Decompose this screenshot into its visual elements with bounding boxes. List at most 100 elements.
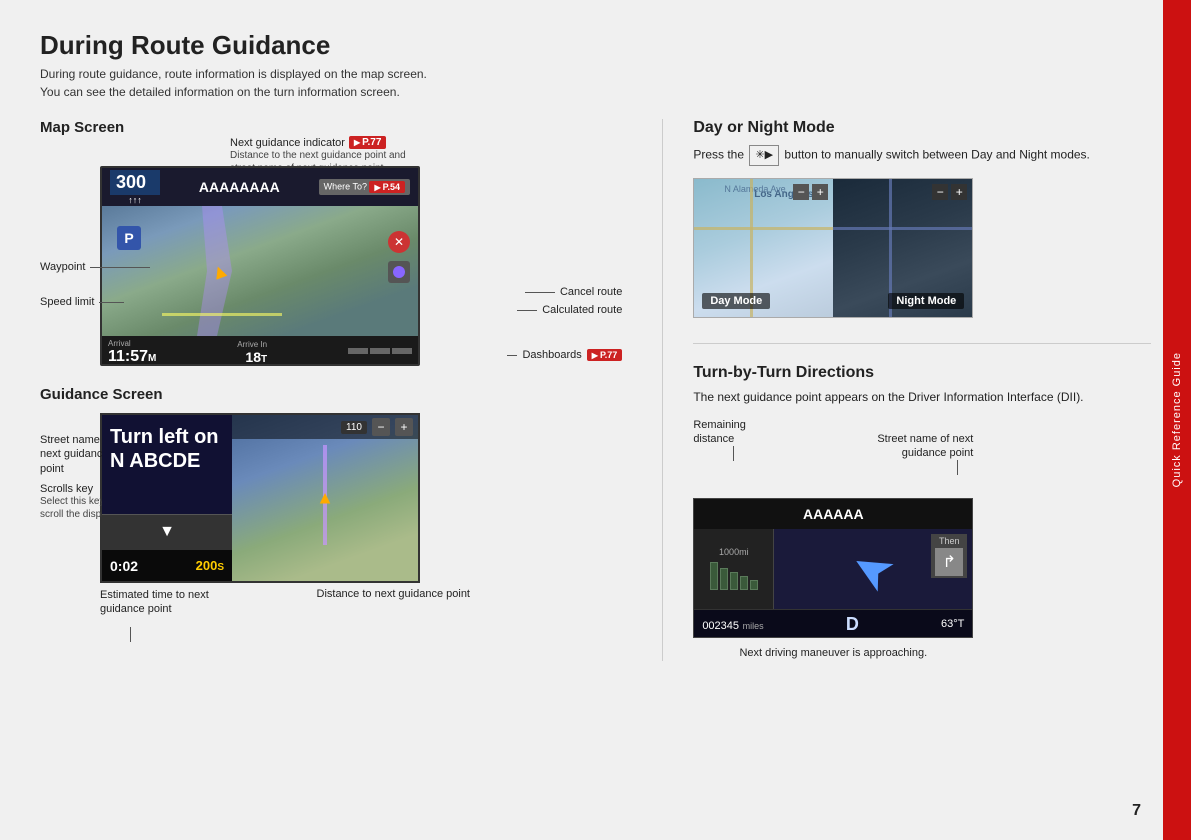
turn-temp: 63°T	[941, 618, 964, 630]
dashboards-callout: Dashboards P.77	[507, 349, 622, 361]
dist-bar-5	[750, 580, 758, 590]
side-tab-text: Quick Reference Guide	[1171, 352, 1183, 487]
night-mode-label: Night Mode	[888, 293, 964, 309]
day-night-section: Day or Night Mode Press the ✳▶ button to…	[693, 119, 1151, 318]
zoom-out-btn[interactable]: −	[372, 418, 390, 436]
cancel-route-label: Cancel route	[560, 286, 622, 298]
turn-bottom-bar: 002345 miles D 63°T	[694, 609, 972, 638]
map-bottom-bar: Arrival 11:57M Arrive In 18T	[102, 336, 418, 366]
arrive-value: 18T	[237, 349, 267, 365]
right-column: Day or Night Mode Press the ✳▶ button to…	[662, 119, 1151, 661]
next-guidance-label: Next guidance indicator	[230, 137, 345, 149]
map-top-bar: 300 ↑↑↑ AAAAAAAA Where To? P.54	[102, 168, 418, 206]
night-zoom-controls: − +	[932, 184, 967, 200]
guidance-image: Turn left on N ABCDE ▼ 0:02 200S	[100, 413, 420, 583]
turn-street-name: AAAAAA	[803, 506, 864, 522]
left-column: Map Screen Next guidance indicator P.77 …	[40, 119, 632, 661]
waypoint-callout: Waypoint	[40, 261, 150, 273]
est-time-callout	[130, 627, 131, 642]
turn-section: Turn-by-Turn Directions The next guidanc…	[693, 364, 1151, 662]
guidance-time: 0:02	[110, 558, 138, 574]
guidance-screen-section: Guidance Screen Street name of next guid…	[40, 386, 632, 617]
scroll-button[interactable]: ▼	[102, 514, 232, 549]
section-divider	[693, 343, 1151, 344]
calc-route-label: Calculated route	[542, 304, 622, 316]
dist-bar-4	[740, 576, 748, 590]
day-night-images: Los Angeles N Alameda Ave − + Day Mode	[693, 178, 973, 318]
page-content: During Route Guidance During route guida…	[0, 0, 1191, 840]
page-number: 7	[1132, 802, 1141, 820]
guidance-screen-container: Street name of next guidance point Scrol…	[40, 413, 632, 617]
subtitle-1: During route guidance, route information…	[40, 67, 1151, 81]
dashboards-line	[507, 355, 517, 356]
odometer-suffix: miles	[743, 621, 764, 631]
cancel-route-btn[interactable]: ✕	[388, 231, 410, 253]
dist-next-label: Distance to next guidance point	[317, 588, 471, 617]
turn-caption: Next driving maneuver is approaching.	[693, 646, 973, 661]
turn-top-callouts: Remaining distance Street name of next g…	[693, 418, 973, 490]
mode-button-icon: ✳▶	[749, 145, 779, 166]
then-label: Then	[939, 536, 960, 546]
street-name-next-label: Street name of next guidance point	[877, 418, 973, 490]
day-night-header: Day or Night Mode	[693, 119, 1151, 137]
map-time: 11:57M	[108, 348, 156, 366]
parking-icon: P	[117, 226, 141, 250]
remaining-arrow	[733, 446, 734, 461]
arrival-label: Arrival	[108, 339, 156, 348]
remaining-dist-label: Remaining distance	[693, 418, 783, 490]
turn-header: Turn-by-Turn Directions	[693, 364, 1151, 382]
day-mode-label: Day Mode	[702, 293, 770, 309]
guidance-bottom-bar: 0:02 200S	[102, 549, 232, 581]
guidance-left-panel: Turn left on N ABCDE ▼ 0:02 200S	[102, 415, 232, 581]
calc-route-callout: Calculated route	[517, 304, 622, 316]
guidance-nav-arrow: ▲	[316, 488, 334, 509]
odometer: 002345	[702, 620, 739, 632]
turn-desc: The next guidance point appears on the D…	[693, 388, 1151, 406]
where-to-ref: P.54	[369, 181, 405, 193]
map-arrows: ↑↑↑	[128, 195, 142, 205]
turn-right-panel: ➤ Then ↱	[774, 529, 972, 609]
turn-left-panel: 1000mi	[694, 529, 774, 609]
est-time-label: Estimated time to next guidance point	[100, 588, 220, 617]
dist-bar-2	[720, 568, 728, 590]
turn-diagram: Remaining distance Street name of next g…	[693, 418, 973, 662]
waypoint-label: Waypoint	[40, 261, 85, 273]
where-to-btn[interactable]: Where To? P.54	[319, 179, 410, 195]
side-tab: Quick Reference Guide	[1163, 0, 1191, 840]
map-screen-container: Next guidance indicator P.77 Distance to…	[40, 166, 632, 366]
day-road-h	[694, 227, 833, 230]
day-mode-image: Los Angeles N Alameda Ave − + Day Mode	[694, 179, 833, 317]
map-distance: 300	[110, 170, 160, 195]
turn-main: 1000mi ➤	[694, 529, 972, 609]
turn-text: Turn left on N ABCDE	[110, 425, 224, 473]
dist-mi-label: 1000mi	[719, 547, 749, 557]
odometer-section: 002345 miles	[702, 617, 763, 632]
night-mode-image: − + Night Mode	[833, 179, 972, 317]
then-arrow-icon: ↱	[935, 548, 963, 576]
speed-limit-line	[99, 302, 124, 303]
main-layout: Map Screen Next guidance indicator P.77 …	[40, 119, 1151, 661]
turn-arrow-icon: ➤	[841, 533, 906, 604]
street-name-arrow	[957, 460, 958, 475]
then-turn-icon: ↱	[943, 552, 956, 572]
map-scale: 110	[341, 421, 367, 434]
calc-line	[517, 310, 537, 311]
guidance-dist: 200S	[196, 558, 224, 573]
dashboard-bars	[348, 348, 412, 354]
arrive-section: Arrive In 18T	[237, 340, 267, 365]
map-street-name: AAAAAAAA	[165, 179, 314, 195]
est-time-line	[130, 627, 131, 642]
map-screen-header: Map Screen	[40, 119, 632, 136]
subtitle-2: You can see the detailed information on …	[40, 85, 1151, 99]
dist-bar-1	[710, 562, 718, 590]
distance-bars	[710, 560, 758, 590]
night-plus-icon: +	[951, 184, 967, 200]
dashboards-section	[348, 348, 412, 356]
day-minus-icon: −	[793, 184, 809, 200]
dashboards-ref: P.77	[587, 349, 623, 361]
map-screen-section: Map Screen Next guidance indicator P.77 …	[40, 119, 632, 366]
turn-image: AAAAAA 1000mi	[693, 498, 973, 638]
next-guidance-ref: P.77	[349, 136, 386, 149]
scroll-arrow-icon: ▼	[159, 523, 175, 541]
zoom-in-btn[interactable]: +	[395, 418, 413, 436]
